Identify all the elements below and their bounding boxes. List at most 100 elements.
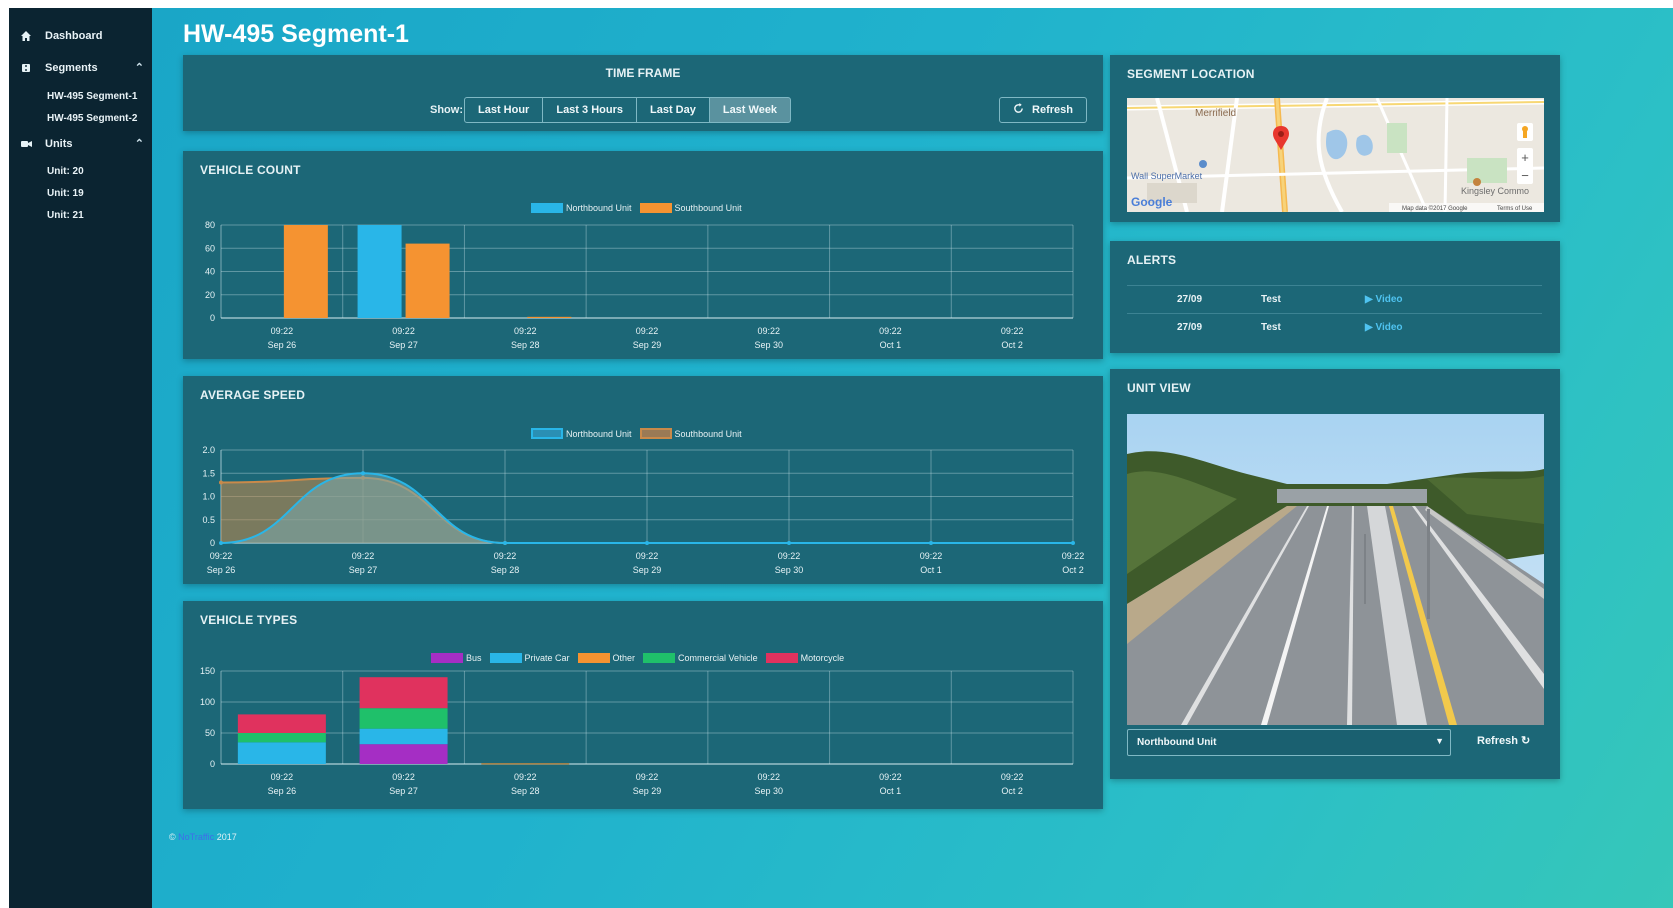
x-tick-time: 09:22	[879, 326, 902, 336]
x-tick-time: 09:22	[636, 772, 659, 782]
vehicle-types-panel: VEHICLE TYPES Bus Private Car Other Comm…	[183, 601, 1103, 809]
refresh-icon	[1013, 103, 1024, 117]
timeframe-panel: TIME FRAME Show: Last Hour Last 3 Hours …	[183, 55, 1103, 131]
unit-refresh-label: Refresh	[1477, 735, 1518, 747]
sidebar-item-label: Segments	[45, 62, 98, 74]
x-tick-date: Sep 30	[754, 786, 783, 796]
x-tick-time: 09:22	[757, 326, 780, 336]
chevron-up-icon[interactable]: ⌃	[135, 61, 144, 74]
x-tick-date: Sep 28	[511, 786, 540, 796]
point-northbound-unit	[361, 471, 365, 476]
x-tick-date: Sep 30	[775, 565, 804, 575]
refresh-button[interactable]: Refresh	[999, 97, 1087, 123]
zoom-in-button[interactable]: +	[1521, 150, 1529, 165]
timeframe-button-group: Last Hour Last 3 Hours Last Day Last Wee…	[464, 97, 792, 123]
y-tick-label: 60	[205, 243, 215, 253]
x-tick-time: 09:22	[514, 326, 537, 336]
alert-video-link[interactable]: ▶ Video	[1365, 294, 1403, 305]
x-tick-date: Sep 27	[349, 565, 378, 575]
unit-refresh-button[interactable]: Refresh ↻	[1477, 734, 1530, 747]
zoom-out-button[interactable]: −	[1521, 168, 1529, 183]
map-label-town: Merrifield	[1195, 108, 1236, 119]
alert-video-link[interactable]: ▶ Video	[1365, 322, 1403, 333]
sidebar-item-unit-21[interactable]: Unit: 21	[47, 210, 84, 221]
x-tick-time: 09:22	[271, 326, 294, 336]
y-tick-label: 0	[210, 313, 215, 323]
camera-feed-image	[1127, 414, 1544, 725]
x-tick-date: Sep 29	[633, 340, 662, 350]
bar-private-car	[359, 728, 448, 745]
chevron-up-icon[interactable]: ⌃	[135, 137, 144, 150]
x-tick-time: 09:22	[1062, 551, 1085, 561]
show-label: Show:	[430, 104, 463, 116]
alert-date: 27/09	[1177, 322, 1203, 333]
alert-row: 27/09 Test ▶ Video	[1127, 313, 1542, 340]
vehicle-count-panel: VEHICLE COUNT Northbound Unit Southbound…	[183, 151, 1103, 359]
map-label-area: Kingsley Commo	[1461, 186, 1529, 196]
unit-select[interactable]: Northbound Unit ▼	[1127, 729, 1451, 756]
point-northbound-unit	[929, 541, 933, 545]
last-3-hours-button[interactable]: Last 3 Hours	[542, 97, 637, 123]
brand-link[interactable]: NoTraffic	[178, 832, 214, 842]
x-tick-time: 09:22	[920, 551, 943, 561]
average-speed-chart: 0 0.5 1.0 1.5 2.0 09:22 Sep 26 09:22 Sep 27 09:22…	[202, 445, 1085, 575]
bar-motorcycle	[359, 677, 448, 709]
x-tick-time: 09:22	[636, 551, 659, 561]
x-tick-date: Sep 29	[633, 786, 662, 796]
x-tick-date: Oct 2	[1001, 786, 1023, 796]
alert-video-label: Video	[1375, 322, 1403, 333]
segment-location-title: SEGMENT LOCATION	[1127, 67, 1255, 81]
x-tick-date: Oct 2	[1062, 565, 1084, 575]
bar-northbound-unit	[357, 225, 402, 318]
x-tick-time: 09:22	[392, 326, 415, 336]
bar-commercial-vehicle	[237, 733, 326, 743]
sidebar-item-unit-20[interactable]: Unit: 20	[47, 166, 84, 177]
point-northbound-unit	[787, 541, 791, 545]
x-tick-date: Sep 27	[389, 786, 418, 796]
x-tick-date: Sep 26	[207, 565, 236, 575]
window-top-edge	[0, 0, 1673, 8]
x-tick-time: 09:22	[1001, 772, 1024, 782]
window-left-edge	[0, 0, 9, 908]
footer: © NoTraffic 2017	[169, 832, 237, 842]
last-week-button[interactable]: Last Week	[708, 97, 792, 123]
bar-southbound-unit	[527, 316, 572, 318]
sidebar-item-segment-1[interactable]: HW-495 Segment-1	[47, 91, 137, 102]
alert-type: Test	[1261, 322, 1281, 333]
bar-commercial-vehicle	[359, 708, 448, 729]
sidebar-item-units[interactable]: Units ⌃	[19, 134, 144, 154]
x-tick-date: Sep 30	[754, 340, 783, 350]
x-tick-time: 09:22	[271, 772, 294, 782]
bar-motorcycle	[237, 714, 326, 733]
sidebar-item-segments[interactable]: Segments ⌃	[19, 58, 144, 78]
alert-row: 27/09 Test ▶ Video	[1127, 285, 1542, 312]
chevron-down-icon: ▼	[1435, 736, 1444, 746]
segment-location-panel: SEGMENT LOCATION + − Merrifield Wall Sup…	[1110, 55, 1560, 222]
y-tick-label: 1.0	[202, 492, 215, 502]
bar-other	[481, 763, 570, 765]
x-tick-date: Sep 29	[633, 565, 662, 575]
google-logo: Google	[1131, 195, 1173, 209]
bar-private-car	[237, 742, 326, 764]
sidebar-item-unit-19[interactable]: Unit: 19	[47, 188, 84, 199]
map-terms-link[interactable]: Terms of Use	[1497, 206, 1533, 212]
x-tick-date: Oct 1	[880, 786, 902, 796]
y-tick-label: 40	[205, 267, 215, 277]
point-northbound-unit	[645, 541, 649, 545]
unit-view-title: UNIT VIEW	[1127, 381, 1191, 395]
map-attribution: Map data ©2017 Google	[1402, 205, 1468, 212]
refresh-icon: ↻	[1521, 735, 1531, 747]
x-tick-date: Sep 27	[389, 340, 418, 350]
sidebar-item-dashboard[interactable]: Dashboard	[19, 26, 144, 46]
y-tick-label: 80	[205, 220, 215, 230]
segment-map[interactable]: + − Merrifield Wall SuperMarket Kingsley…	[1127, 98, 1544, 212]
x-tick-time: 09:22	[757, 772, 780, 782]
last-hour-button[interactable]: Last Hour	[464, 97, 544, 123]
alert-video-label: Video	[1375, 294, 1403, 305]
play-icon: ▶	[1365, 322, 1373, 333]
y-tick-label: 1.5	[202, 468, 215, 478]
bar-southbound-unit	[405, 243, 450, 318]
last-day-button[interactable]: Last Day	[635, 97, 710, 123]
sidebar-item-segment-2[interactable]: HW-495 Segment-2	[47, 113, 137, 124]
timeframe-title: TIME FRAME	[605, 66, 681, 80]
